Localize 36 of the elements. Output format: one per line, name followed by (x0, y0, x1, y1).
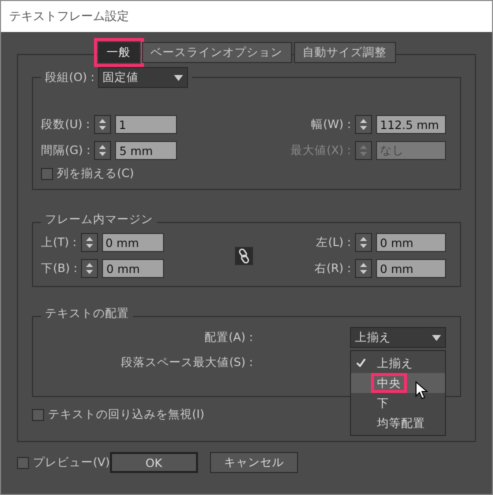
tab[interactable]: 自動サイズ調整 (294, 42, 396, 63)
menu-item[interactable]: 上揃え (351, 353, 445, 373)
input-field[interactable]: 0 mm (376, 259, 446, 278)
field-label: 左(L) : (316, 235, 351, 250)
checkbox-label: 列を揃える(C) (57, 166, 134, 181)
field-label: 上(T) : (41, 235, 77, 250)
field-label: 間隔(G) : (41, 143, 90, 158)
input-field[interactable]: 112.5 mm (376, 115, 446, 134)
field-label: 最大値(X) : (290, 143, 351, 158)
field-label: 幅(W) : (311, 117, 351, 132)
field-label: 段数(U) : (41, 117, 90, 132)
input-field[interactable]: 0 mm (102, 233, 164, 252)
input-field[interactable]: 0 mm (102, 259, 164, 278)
input-field[interactable]: 5 mm (115, 141, 178, 160)
ok-button[interactable]: OK (110, 452, 198, 473)
field-label: 配置(A) : (204, 330, 253, 345)
menu-item-label: 下 (376, 395, 390, 412)
menu-item-label: 均等配置 (376, 415, 426, 432)
dropdown[interactable]: 固定値 (98, 67, 188, 88)
checkbox-label: プレビュー(V) (33, 455, 110, 470)
group-title: テキストの配置 (45, 306, 129, 321)
input-field[interactable]: 1 (114, 115, 177, 134)
menu-item-label: 中央 (371, 373, 407, 393)
field-label: 段落スペース最大値(S) : (121, 355, 253, 370)
menu-item-label: 上揃え (376, 355, 414, 372)
group-title: フレーム内マージン (45, 212, 153, 227)
group-label: 段組(O) : (45, 70, 95, 85)
menu-item[interactable]: 均等配置 (351, 413, 445, 433)
field-label: 右(R) : (314, 261, 351, 276)
checkbox-label: テキストの回り込みを無視(I) (48, 407, 204, 422)
tab[interactable]: ベースラインオプション (142, 42, 292, 63)
input-field[interactable]: 0 mm (376, 233, 446, 252)
field-label: 下(B) : (41, 261, 78, 276)
window-title: テキストフレーム設定 (9, 8, 129, 25)
menu-item[interactable]: 下 (351, 393, 445, 413)
cancel-button[interactable]: キャンセル (210, 452, 298, 473)
